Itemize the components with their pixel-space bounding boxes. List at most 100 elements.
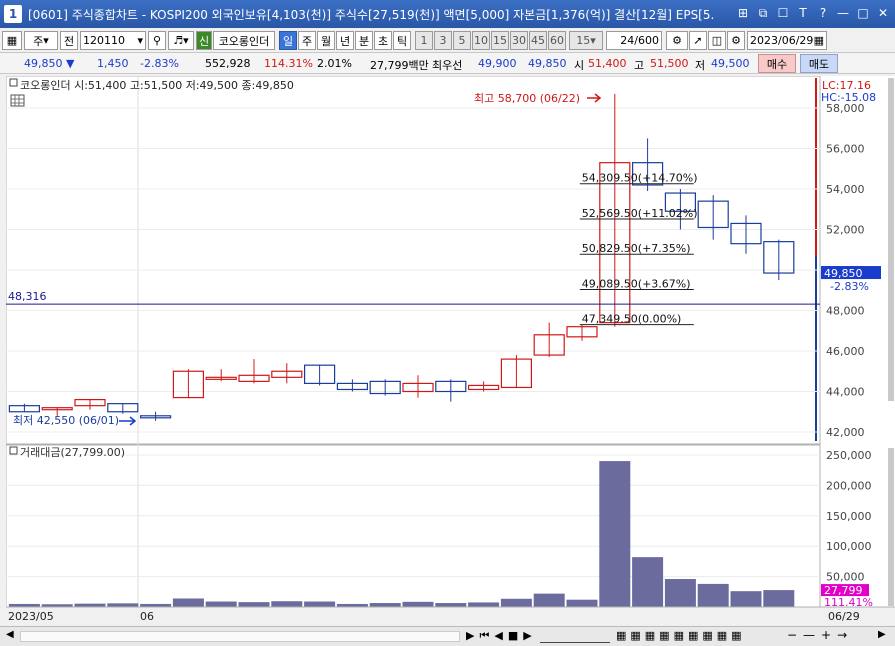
volume-legend: 거래대금(27,799.00) [20,446,125,459]
volume-bar[interactable] [205,601,237,607]
price-scrollbar[interactable] [888,78,894,401]
price-tick-label: 46,000 [826,345,865,358]
pin-icon[interactable]: ☐ [775,5,791,21]
open-price: 51,400 [588,57,627,70]
interval-45[interactable]: 45 [529,31,547,50]
draw-icon[interactable]: ➚ [689,31,707,50]
maximize-icon[interactable]: □ [855,5,871,21]
volume-tick-label: 150,000 [826,510,872,523]
table-icon[interactable] [10,94,25,107]
interval-select[interactable]: 15 ▾ [569,31,603,50]
count-input[interactable]: 24/600 [606,31,662,50]
gear-icon[interactable]: ⚙ [727,31,745,50]
interval-5[interactable]: 5 [453,31,471,50]
last-change-label: -2.83% [830,280,869,293]
volume-bar[interactable] [304,601,336,607]
close-icon[interactable]: ✕ [875,5,891,21]
volume-bar[interactable] [435,603,467,607]
volume-bar[interactable] [238,602,270,607]
help-icon[interactable]: ? [815,5,831,21]
low-price: 49,500 [711,57,750,70]
tab-day[interactable]: 일 [279,31,297,50]
tab-year[interactable]: 년 [336,31,354,50]
interval-15[interactable]: 15 [491,31,509,50]
layout-icon[interactable]: ▦ [2,31,22,50]
volume-scrollbar[interactable] [888,448,894,606]
x-label-june: 06 [140,610,154,623]
volume-tick-label: 200,000 [826,479,872,492]
volume-bar[interactable] [632,557,664,607]
price-tick-label: 52,000 [826,224,865,237]
volume-bar[interactable] [533,593,565,607]
volume-bar[interactable] [763,590,795,607]
last-price-label: 49,850 [824,267,863,280]
volume-bar[interactable] [107,603,139,607]
prev-button[interactable]: 전 [60,31,78,50]
zoom-controls[interactable]: −—+→ [787,628,853,642]
volume-bar[interactable] [74,603,106,607]
tab-minute[interactable]: 분 [355,31,373,50]
current-price: 49,850 ▼ [24,57,75,70]
playback-controls[interactable]: ▶⏮◀■▶ [466,629,537,643]
tab-week[interactable]: 주 [298,31,316,50]
buy-button[interactable]: 매수 [758,54,796,73]
bid-price: 49,900 [478,57,517,70]
interval-10[interactable]: 10 [472,31,490,50]
sell-button[interactable]: 매도 [800,54,838,73]
zoom-slider[interactable] [540,629,610,643]
interval-1[interactable]: 1 [415,31,433,50]
volume-bar[interactable] [697,583,729,607]
open-label: 시 [574,59,585,72]
chart-toolbar: ▦ 주 ▾ 전 120110 ▾ ⚲ ♬▾ 신 코오롱인더 일 주 월 년 분 초 … [0,29,895,53]
stock-code-input[interactable]: 120110 ▾ [80,31,146,50]
volume-bar[interactable] [730,591,762,607]
scroll-right-icon[interactable]: ▶ [878,629,886,640]
horizontal-scrollbar[interactable] [20,631,460,642]
fibonacci-label: 49,089.50(+3.67%) [582,277,691,290]
save-icon[interactable]: ◫ [708,31,726,50]
interval-60[interactable]: 60 [548,31,566,50]
low-label: 저 [695,59,706,72]
volume-bar[interactable] [599,461,631,607]
volume-bar[interactable] [172,598,204,607]
volume-bar[interactable] [402,601,434,607]
high-note: 최고 58,700 (06/22) [474,92,580,105]
volume-bar[interactable] [664,579,696,607]
interval-3[interactable]: 3 [434,31,452,50]
stock-name: 코오롱인더 [213,31,275,50]
interval-30[interactable]: 30 [510,31,528,50]
x-label-start: 2023/05 [8,610,54,623]
volume-bar[interactable] [566,599,598,607]
chart-canvas[interactable]: 42,000 44,000 46,000 48,000 50,000 52,000 54,0… [5,75,895,626]
volume-tick-label: 50,000 [826,571,865,584]
volume-bar[interactable] [369,603,401,607]
tools-icon[interactable]: ⚙ [666,31,688,50]
tab-second[interactable]: 초 [374,31,392,50]
quote-bar: 49,850 ▼ 1,450 -2.83% 552,928 114.31% 2.… [0,53,895,74]
chart-tools-icons[interactable]: ▦▦▦▦▦▦▦▦▦ [616,629,746,642]
volume-ratio: 114.31% [264,57,313,70]
high-price: 51,500 [650,57,689,70]
date-input[interactable]: 2023/06/29 ▦ [747,31,827,50]
chart-legend: 코오롱인더 시:51,400 고:51,500 저:49,500 종:49,85… [20,79,294,92]
volume-bar[interactable] [500,598,532,607]
volume-bar[interactable] [468,602,500,607]
trade-amount: 27,799백만 [370,59,429,72]
title-bar: 1 [0601] 주식종합차트 - KOSPI200 외국인보유[4,103(천… [0,0,895,28]
sound-icon[interactable]: ♬▾ [168,31,194,50]
link-icon[interactable]: ⊞ [735,5,751,21]
tab-tick[interactable]: 틱 [393,31,411,50]
ask-price: 49,850 [528,57,567,70]
scroll-left-icon[interactable]: ◀ [6,629,18,643]
fibonacci-label: 52,569.50(+11.02%) [582,207,698,220]
window-number: 1 [4,5,22,23]
font-icon[interactable]: T [795,5,811,21]
minimize-icon[interactable]: — [835,5,851,21]
volume-bar[interactable] [271,601,303,607]
price-change: 1,450 [97,57,129,70]
hc-label: HC:-15.08 [821,91,876,104]
search-icon[interactable]: ⚲ [148,31,166,50]
restore-icon[interactable]: ⧉ [755,5,771,21]
period-select[interactable]: 주 ▾ [24,31,58,50]
tab-month[interactable]: 월 [317,31,335,50]
